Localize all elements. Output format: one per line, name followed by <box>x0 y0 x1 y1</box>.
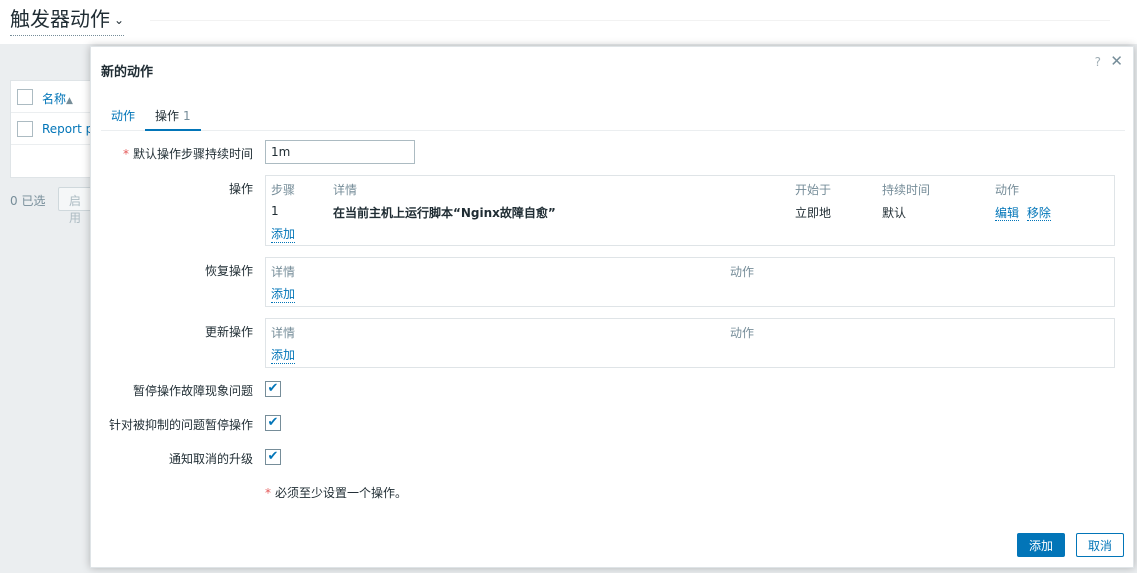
selected-count: 0 已选 <box>10 194 46 208</box>
dialog-title: 新的动作 <box>101 65 154 80</box>
pause-suppressed-checkbox[interactable]: ✔ <box>265 415 281 431</box>
default-step-duration-input[interactable] <box>265 140 415 164</box>
dialog-tabs: 动作 操作 1 <box>101 103 1125 131</box>
sort-up-icon: ▲ <box>66 96 73 106</box>
pause-suppressed-label: 针对被抑制的问题暂停操作 <box>108 418 253 432</box>
col-details: 详情 <box>271 265 296 279</box>
op-duration: 默认 <box>882 206 907 220</box>
notify-cancelled-label: 通知取消的升级 <box>168 452 253 466</box>
op-step: 1 <box>271 204 279 218</box>
required-asterisk: * <box>122 147 129 161</box>
update-operations-table: 详情 动作 添加 <box>265 318 1115 368</box>
required-note: * 必须至少设置一个操作。 <box>265 484 407 501</box>
required-asterisk: * <box>265 486 271 500</box>
default-step-duration-label: * 默认操作步骤持续时间 <box>123 145 253 162</box>
col-step: 步骤 <box>271 183 296 197</box>
header-rule <box>150 20 1110 21</box>
pause-symptoms-label: 暂停操作故障现象问题 <box>132 384 253 398</box>
col-details: 详情 <box>271 326 296 340</box>
notify-cancelled-checkbox[interactable]: ✔ <box>265 449 281 465</box>
check-icon: ✔ <box>267 449 279 464</box>
name-column-header[interactable]: 名称▲ <box>42 90 73 107</box>
name-column-label: 名称 <box>42 92 67 106</box>
select-all-checkbox[interactable] <box>17 89 33 105</box>
add-update-operation-link[interactable]: 添加 <box>271 346 296 364</box>
add-button[interactable]: 添加 <box>1017 533 1065 557</box>
edit-link[interactable]: 编辑 <box>995 206 1020 221</box>
cancel-button[interactable]: 取消 <box>1076 533 1124 557</box>
check-icon: ✔ <box>267 415 279 430</box>
tab-operations-count: 1 <box>183 109 191 123</box>
col-action: 动作 <box>730 265 755 279</box>
default-step-duration-text: 默认操作步骤持续时间 <box>132 147 253 161</box>
close-icon[interactable]: ✕ <box>1110 52 1123 70</box>
tab-operations-label: 操作 <box>155 109 180 123</box>
page-header: 触发器动作 ⌄ <box>0 0 1137 44</box>
tab-action-label: 动作 <box>111 109 136 123</box>
op-details: 在当前主机上运行脚本“Nginx故障自愈” <box>333 206 556 220</box>
col-duration: 持续时间 <box>882 183 931 197</box>
recovery-operations-table: 详情 动作 添加 <box>265 257 1115 307</box>
chevron-down-icon: ⌄ <box>114 13 125 27</box>
tab-operations[interactable]: 操作 1 <box>145 107 201 131</box>
new-action-dialog: 新的动作 ? ✕ 动作 操作1 *默认操作步骤持续时间 操作 步骤 详情 开始于… <box>90 46 1134 568</box>
op-actions: 编辑 移除 <box>995 204 1051 221</box>
col-details: 详情 <box>333 183 358 197</box>
page-title-dropdown[interactable]: 触发器动作 ⌄ <box>10 6 125 36</box>
row-name-link[interactable]: Report p <box>42 122 93 136</box>
col-action: 动作 <box>730 326 755 340</box>
add-operation-link[interactable]: 添加 <box>271 225 296 243</box>
op-start: 立即地 <box>795 206 832 220</box>
required-note-text: 必须至少设置一个操作。 <box>275 486 408 500</box>
page-title: 触发器动作 <box>10 7 110 31</box>
col-start: 开始于 <box>795 183 832 197</box>
remove-link[interactable]: 移除 <box>1026 206 1051 221</box>
help-icon[interactable]: ? <box>1095 55 1101 69</box>
check-icon: ✔ <box>267 381 279 396</box>
pause-symptoms-checkbox[interactable]: ✔ <box>265 381 281 397</box>
row-checkbox[interactable] <box>17 121 33 137</box>
col-action: 动作 <box>995 183 1020 197</box>
recovery-operations-label: 恢复操作 <box>204 264 253 278</box>
operations-label: 操作 <box>228 182 253 196</box>
operations-table: 步骤 详情 开始于 持续时间 动作 1 在当前主机上运行脚本“Nginx故障自愈… <box>265 175 1115 246</box>
update-operations-label: 更新操作 <box>204 325 253 339</box>
tab-action[interactable]: 动作 <box>101 107 145 131</box>
add-recovery-operation-link[interactable]: 添加 <box>271 285 296 303</box>
